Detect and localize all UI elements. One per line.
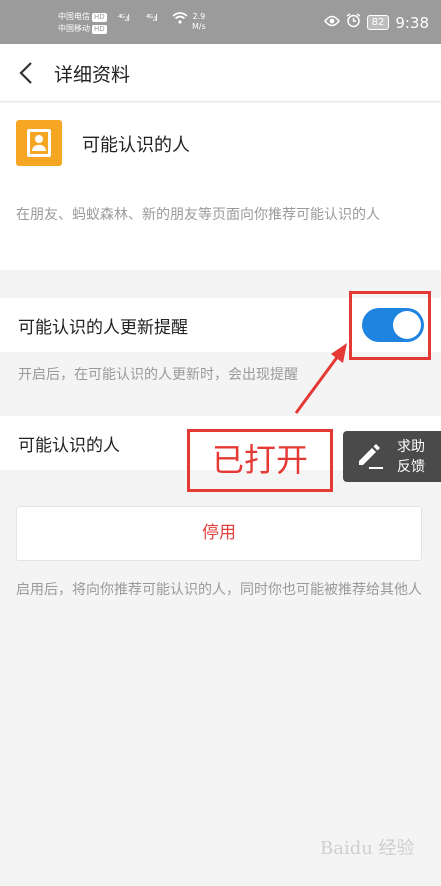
help-feedback-button[interactable]: 求助 反馈 [343, 431, 441, 482]
carrier-1: 中国电信 [58, 12, 90, 21]
carrier-2: 中国移动 [58, 24, 90, 33]
pen-icon [355, 443, 385, 471]
eye-icon [323, 15, 340, 31]
back-arrow-icon[interactable] [16, 61, 38, 85]
help-label: 求助 [397, 439, 425, 455]
header: 详细资料 [0, 44, 441, 102]
clock: 9:38 [395, 13, 429, 32]
wifi-icon [172, 12, 188, 27]
hd-badge: HD [92, 25, 107, 34]
reminder-hint: 开启后，在可能认识的人更新时，会出现提醒 [18, 367, 298, 383]
disable-button[interactable]: 停用 [16, 506, 422, 561]
status-right: 82 9:38 [323, 13, 429, 32]
contacts-icon [16, 120, 62, 166]
people-row-label: 可能认识的人 [18, 436, 120, 456]
reminder-label: 可能认识的人更新提醒 [18, 318, 188, 338]
annotation-label: 已打开 [187, 429, 333, 492]
hd-badge: HD [92, 13, 107, 22]
feature-card: 可能认识的人 在朋友、蚂蚁森林、新的朋友等页面向你推荐可能认识的人 [0, 103, 441, 270]
net-speed-unit: M/s [192, 22, 206, 31]
signal-icon: ⁴ᴳ.ıl [118, 14, 130, 24]
net-speed: 2.9 M/s [192, 12, 206, 32]
status-bar: 中国电信 HD 中国移动 HD ⁴ᴳ.ıl ⁴ᴳ.ıl 2.9 M/s 82 9:3… [0, 0, 441, 44]
feedback-label: 反馈 [397, 459, 425, 475]
signal-icon: ⁴ᴳ.ıl [146, 14, 158, 24]
watermark: Baidu 经验 [320, 838, 415, 859]
carrier-info: 中国电信 HD 中国移动 HD [58, 11, 107, 35]
net-speed-value: 2.9 [192, 12, 206, 21]
battery-icon: 82 [366, 15, 390, 30]
toggle-highlight-box [349, 291, 431, 360]
feature-name: 可能认识的人 [82, 135, 190, 156]
disable-hint: 启用后，将向你推荐可能认识的人，同时你也可能被推荐给其他人 [16, 582, 422, 598]
alarm-icon [346, 13, 361, 32]
page-title: 详细资料 [54, 64, 131, 86]
feature-description: 在朋友、蚂蚁森林、新的朋友等页面向你推荐可能认识的人 [16, 207, 380, 223]
